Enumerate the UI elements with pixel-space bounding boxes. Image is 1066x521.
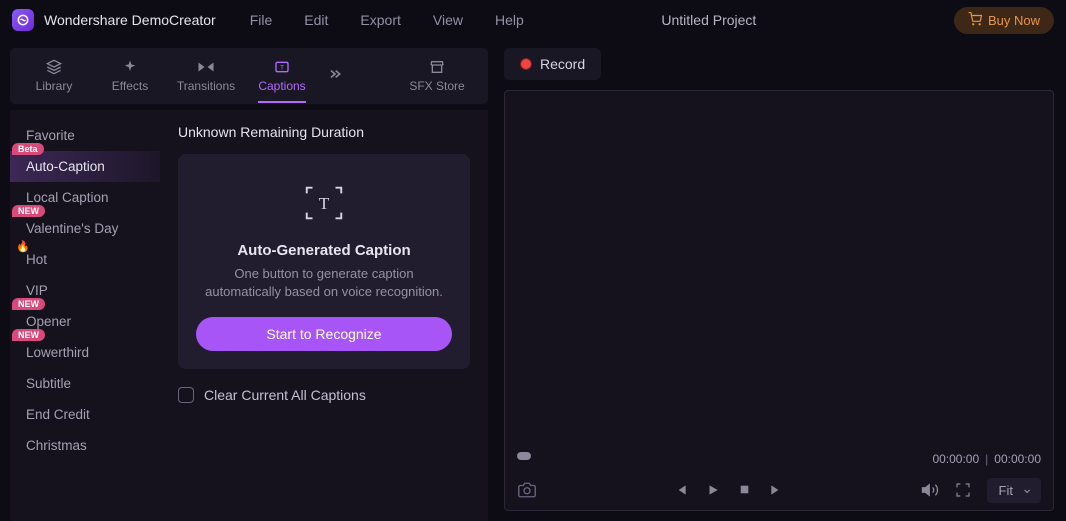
project-title: Untitled Project bbox=[464, 12, 954, 28]
auto-caption-panel: Unknown Remaining Duration T Auto-Genera… bbox=[160, 110, 488, 521]
fire-icon: 🔥 bbox=[16, 240, 30, 253]
tab-effects[interactable]: Effects bbox=[92, 59, 168, 93]
card-title: Auto-Generated Caption bbox=[237, 242, 410, 259]
caption-category-list: Favorite Beta Auto-Caption Local Caption… bbox=[10, 110, 160, 521]
prev-frame-button[interactable] bbox=[674, 483, 688, 497]
auto-caption-card: T Auto-Generated Caption One button to g… bbox=[178, 154, 470, 369]
store-icon bbox=[428, 59, 446, 75]
record-button[interactable]: Record bbox=[504, 48, 601, 80]
tab-sfx-store[interactable]: SFX Store bbox=[392, 59, 482, 93]
time-display: 00:00:00 | 00:00:00 bbox=[505, 452, 1053, 470]
player-controls: Fit bbox=[505, 470, 1053, 510]
buy-now-button[interactable]: Buy Now bbox=[954, 7, 1054, 34]
left-column: Library Effects Transitions T Captions S… bbox=[0, 40, 498, 521]
menu-file[interactable]: File bbox=[250, 12, 273, 28]
start-recognize-button[interactable]: Start to Recognize bbox=[196, 317, 452, 351]
menu-edit[interactable]: Edit bbox=[304, 12, 328, 28]
cart-icon bbox=[968, 12, 982, 29]
menu-view[interactable]: View bbox=[433, 12, 463, 28]
duration-header: Unknown Remaining Duration bbox=[178, 124, 470, 140]
app-title: Wondershare DemoCreator bbox=[44, 12, 216, 28]
total-time: 00:00:00 bbox=[994, 452, 1041, 466]
preview-column: Record 00:00:00 | 00:00:00 bbox=[498, 40, 1066, 521]
clear-captions-option[interactable]: Clear Current All Captions bbox=[178, 387, 470, 403]
category-valentines[interactable]: NEW Valentine's Day bbox=[10, 213, 160, 244]
buy-now-label: Buy Now bbox=[988, 13, 1040, 28]
clear-captions-checkbox[interactable] bbox=[178, 387, 194, 403]
sparkle-icon bbox=[121, 59, 139, 75]
preview-player: 00:00:00 | 00:00:00 Fit bbox=[504, 90, 1054, 511]
category-auto-caption[interactable]: Beta Auto-Caption bbox=[10, 151, 160, 182]
clear-captions-label: Clear Current All Captions bbox=[204, 387, 366, 403]
card-description: One button to generate caption automatic… bbox=[196, 265, 452, 301]
category-christmas[interactable]: Christmas bbox=[10, 430, 160, 461]
layers-icon bbox=[45, 59, 63, 75]
category-end-credit[interactable]: End Credit bbox=[10, 399, 160, 430]
tabs-more-button[interactable] bbox=[320, 67, 350, 85]
current-time: 00:00:00 bbox=[932, 452, 979, 466]
snapshot-button[interactable] bbox=[517, 481, 537, 499]
stop-button[interactable] bbox=[738, 483, 751, 497]
category-lowerthird[interactable]: NEW Lowerthird bbox=[10, 337, 160, 368]
panels: Favorite Beta Auto-Caption Local Caption… bbox=[10, 110, 488, 521]
zoom-fit-select[interactable]: Fit bbox=[987, 478, 1041, 503]
fullscreen-button[interactable] bbox=[955, 482, 971, 498]
play-button[interactable] bbox=[706, 483, 720, 497]
new-badge: NEW bbox=[12, 205, 45, 217]
workspace: Library Effects Transitions T Captions S… bbox=[0, 40, 1066, 521]
new-badge: NEW bbox=[12, 298, 45, 310]
category-subtitle[interactable]: Subtitle bbox=[10, 368, 160, 399]
text-scan-icon: T bbox=[297, 176, 351, 230]
menu-export[interactable]: Export bbox=[360, 12, 400, 28]
svg-text:T: T bbox=[280, 65, 284, 72]
preview-canvas[interactable] bbox=[505, 91, 1053, 448]
captions-icon: T bbox=[273, 59, 291, 75]
record-label: Record bbox=[540, 56, 585, 72]
tab-transitions[interactable]: Transitions bbox=[168, 59, 244, 93]
next-frame-button[interactable] bbox=[769, 483, 783, 497]
category-hot[interactable]: 🔥 Hot bbox=[10, 244, 160, 275]
svg-text:T: T bbox=[319, 194, 330, 213]
media-tabs: Library Effects Transitions T Captions S… bbox=[10, 48, 488, 104]
volume-button[interactable] bbox=[921, 481, 939, 499]
app-logo-icon bbox=[12, 9, 34, 31]
tab-captions[interactable]: T Captions bbox=[244, 59, 320, 93]
titlebar: Wondershare DemoCreator File Edit Export… bbox=[0, 0, 1066, 40]
new-badge: NEW bbox=[12, 329, 45, 341]
tab-library[interactable]: Library bbox=[16, 59, 92, 93]
record-dot-icon bbox=[520, 58, 532, 70]
time-separator: | bbox=[985, 452, 988, 466]
beta-badge: Beta bbox=[12, 143, 44, 155]
transition-icon bbox=[197, 59, 215, 75]
